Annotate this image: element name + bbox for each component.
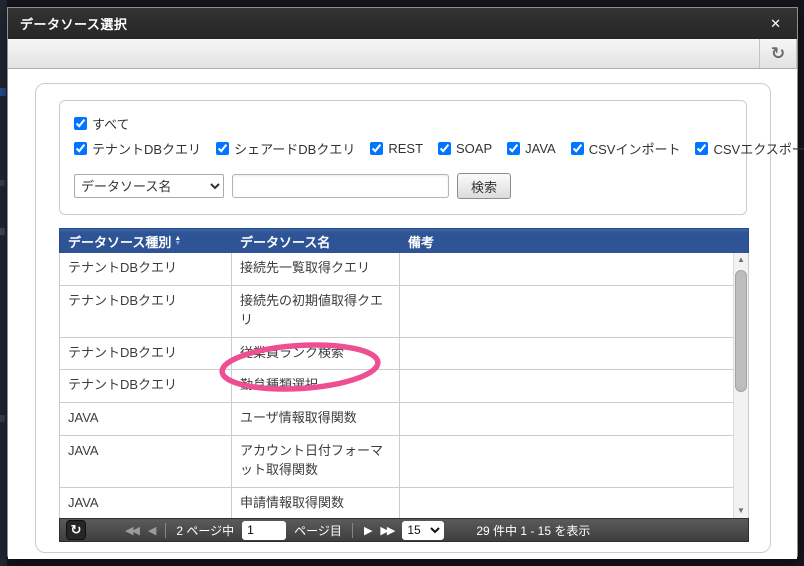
cell-note[interactable] xyxy=(400,436,748,487)
search-field-select[interactable]: データソース名 xyxy=(74,174,224,198)
filter-all-item[interactable]: すべて xyxy=(74,114,130,133)
table-header: データソース種別 ▲ ▼ データソース名 備考 xyxy=(59,228,749,253)
filter-type-label: シェアードDBクエリ xyxy=(234,139,355,158)
datasource-table: データソース種別 ▲ ▼ データソース名 備考 xyxy=(59,228,749,542)
filter-type-checkbox[interactable] xyxy=(216,142,229,155)
filter-type-checkbox[interactable] xyxy=(370,142,383,155)
table-row[interactable]: テナントDBクエリ 接続先一覧取得クエリ xyxy=(60,253,748,286)
cell-name[interactable]: 接続先一覧取得クエリ xyxy=(232,253,400,285)
filter-box: すべて テナントDBクエリ シェアードDBクエリ REST xyxy=(59,100,747,215)
background-page-sliver xyxy=(0,180,5,186)
pager-nav: ◀◀ ◀ xyxy=(120,524,159,537)
filter-type-checkbox[interactable] xyxy=(438,142,451,155)
cell-type[interactable]: テナントDBクエリ xyxy=(60,338,232,370)
filter-type-item[interactable]: JAVA xyxy=(507,141,556,156)
page-suffix-label: ページ目 xyxy=(294,522,342,539)
column-header-note[interactable]: 備考 xyxy=(400,229,748,253)
page-number-input[interactable] xyxy=(242,521,286,540)
table-row[interactable]: JAVA ユーザ情報取得関数 xyxy=(60,403,748,436)
cell-type[interactable]: テナントDBクエリ xyxy=(60,370,232,402)
cell-name[interactable]: 従業員ランク検索 xyxy=(232,338,400,370)
table-row[interactable]: テナントDBクエリ 従業員ランク検索 xyxy=(60,338,748,371)
filter-type-label: JAVA xyxy=(525,141,556,156)
pager-refresh-icon: ↻ xyxy=(71,522,82,538)
scrollbar-thumb[interactable] xyxy=(735,270,747,392)
cell-name[interactable]: アカウント日付フォーマット取得関数 xyxy=(232,436,400,487)
datasource-select-dialog: データソース選択 ✕ ↻ すべて テナントDBクエリ xyxy=(7,7,798,559)
filter-type-item[interactable]: シェアードDBクエリ xyxy=(216,139,355,158)
filter-type-label: CSVエクスポート xyxy=(713,139,804,158)
filter-type-item[interactable]: CSVエクスポート xyxy=(695,139,804,158)
filter-all-checkbox[interactable] xyxy=(74,117,87,130)
table-row[interactable]: JAVA アカウント日付フォーマット取得関数 xyxy=(60,436,748,488)
filter-type-label: テナントDBクエリ xyxy=(92,139,201,158)
filter-type-checkbox[interactable] xyxy=(507,142,520,155)
next-page-icon[interactable]: ▶ xyxy=(364,524,370,537)
pagination-bar: ↻ ◀◀ ◀ 2 ページ中 ページ目 ▶ ▶▶ 15 xyxy=(59,518,749,542)
cell-type[interactable]: テナントDBクエリ xyxy=(60,253,232,285)
cell-name[interactable]: 接続先の初期値取得クエリ xyxy=(232,286,400,337)
background-page-sliver xyxy=(0,228,5,235)
pager-refresh-button[interactable]: ↻ xyxy=(66,520,86,540)
pager-divider xyxy=(352,523,353,538)
cell-note[interactable] xyxy=(400,370,748,402)
refresh-button[interactable]: ↻ xyxy=(759,39,797,68)
filter-all-label: すべて xyxy=(92,114,130,133)
cell-name[interactable]: 勤怠種類選択 xyxy=(232,370,400,402)
filter-type-item[interactable]: CSVインポート xyxy=(571,139,681,158)
table-row[interactable]: テナントDBクエリ 勤怠種類選択 xyxy=(60,370,748,403)
search-button[interactable]: 検索 xyxy=(457,173,511,199)
background-page-sliver xyxy=(0,415,5,422)
column-header-type[interactable]: データソース種別 ▲ ▼ xyxy=(60,229,232,253)
filter-type-label: CSVインポート xyxy=(589,139,681,158)
cell-note[interactable] xyxy=(400,338,748,370)
background-page-sliver xyxy=(0,88,6,96)
cell-note[interactable] xyxy=(400,253,748,285)
scroll-down-icon[interactable]: ▼ xyxy=(734,504,748,518)
dialog-content: すべて テナントDBクエリ シェアードDBクエリ REST xyxy=(8,69,797,559)
filter-type-item[interactable]: SOAP xyxy=(438,141,492,156)
scroll-up-icon[interactable]: ▲ xyxy=(734,253,748,267)
search-input[interactable] xyxy=(232,174,449,198)
sort-icon[interactable]: ▲ ▼ xyxy=(174,236,181,246)
page-count-label: 2 ページ中 xyxy=(176,522,234,539)
pager-divider xyxy=(165,523,166,538)
refresh-icon: ↻ xyxy=(771,44,785,64)
datasource-panel: すべて テナントDBクエリ シェアードDBクエリ REST xyxy=(35,83,771,553)
filter-types-line: テナントDBクエリ シェアードDBクエリ REST SOAP JAVA xyxy=(74,139,732,158)
prev-page-icon[interactable]: ◀ xyxy=(148,524,154,537)
filter-type-label: REST xyxy=(388,141,423,156)
table-row[interactable]: JAVA 申請情報取得関数 xyxy=(60,488,748,518)
dialog-title: データソース選択 xyxy=(20,14,766,33)
cell-note[interactable] xyxy=(400,403,748,435)
result-summary: 29 件中 1 - 15 を表示 xyxy=(476,522,590,539)
filter-type-label: SOAP xyxy=(456,141,492,156)
table-row[interactable]: テナントDBクエリ 接続先の初期値取得クエリ xyxy=(60,286,748,338)
cell-note[interactable] xyxy=(400,286,748,337)
column-header-name[interactable]: データソース名 xyxy=(232,229,400,253)
dialog-toolbar: ↻ xyxy=(8,39,797,69)
last-page-icon[interactable]: ▶▶ xyxy=(380,524,393,537)
filter-type-checkbox[interactable] xyxy=(571,142,584,155)
page-size-select[interactable]: 15 xyxy=(402,521,444,540)
cell-type[interactable]: テナントDBクエリ xyxy=(60,286,232,337)
background-page-sliver xyxy=(0,0,7,566)
filter-type-checkbox[interactable] xyxy=(74,142,87,155)
cell-type[interactable]: JAVA xyxy=(60,403,232,435)
cell-note[interactable] xyxy=(400,488,748,518)
filter-type-item[interactable]: REST xyxy=(370,141,423,156)
filter-all-line: すべて xyxy=(74,114,732,133)
cell-name[interactable]: 申請情報取得関数 xyxy=(232,488,400,518)
first-page-icon[interactable]: ◀◀ xyxy=(125,524,138,537)
cell-name[interactable]: ユーザ情報取得関数 xyxy=(232,403,400,435)
dialog-titlebar: データソース選択 ✕ xyxy=(8,8,797,39)
table-body: テナントDBクエリ 接続先一覧取得クエリ テナントDBクエリ 接続先の初期値取得… xyxy=(59,253,749,518)
filter-type-item[interactable]: テナントDBクエリ xyxy=(74,139,201,158)
cell-type[interactable]: JAVA xyxy=(60,436,232,487)
close-icon[interactable]: ✕ xyxy=(766,14,785,34)
search-row: データソース名 検索 xyxy=(74,173,732,199)
vertical-scrollbar[interactable]: ▲ ▼ xyxy=(733,253,748,518)
cell-type[interactable]: JAVA xyxy=(60,488,232,518)
filter-type-checkbox[interactable] xyxy=(695,142,708,155)
